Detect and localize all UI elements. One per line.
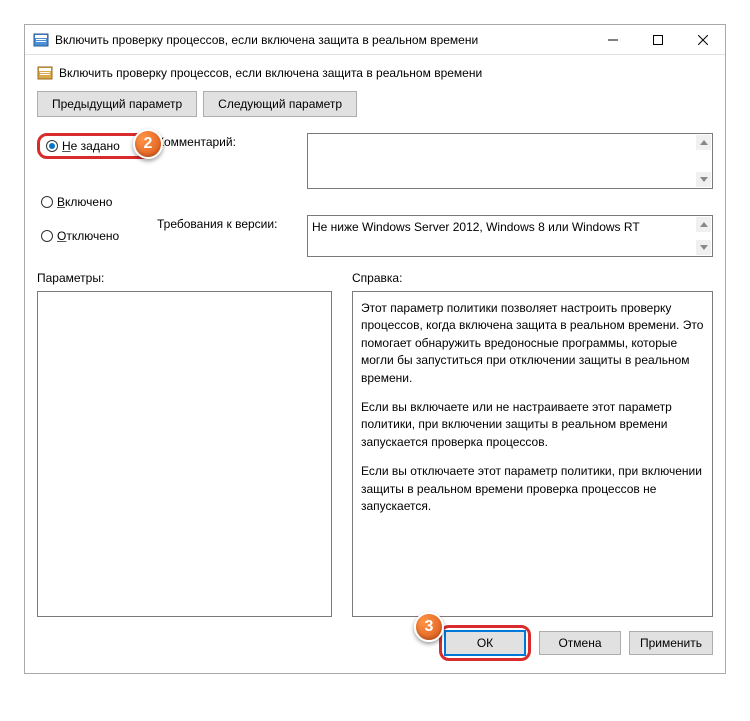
parameters-box [37,291,332,617]
dialog-window: Включить проверку процессов, если включе… [24,24,726,674]
row-not-configured: Не задано 2 Комментарий: [37,133,713,189]
help-text-1: Этот параметр политики позволяет настрои… [361,300,704,387]
subheader-text: Включить проверку процессов, если включе… [59,66,482,80]
minimize-button[interactable] [590,25,635,54]
parameters-label: Параметры: [37,271,332,285]
help-box: Этот параметр политики позволяет настрои… [352,291,713,617]
cancel-button[interactable]: Отмена [539,631,621,655]
scroll-down-icon[interactable] [696,240,711,255]
window-title: Включить проверку процессов, если включе… [55,33,590,47]
next-setting-button[interactable]: Следующий параметр [203,91,357,117]
dialog-content: Включить проверку процессов, если включе… [25,55,725,673]
help-text-3: Если вы отключаете этот параметр политик… [361,463,704,515]
scroll-up-icon[interactable] [696,217,711,232]
scroll-down-icon[interactable] [696,172,711,187]
row-disabled-requirements: Отключено Требования к версии: Не ниже W… [37,215,713,257]
maximize-icon [653,35,663,45]
titlebar: Включить проверку процессов, если включе… [25,25,725,55]
radio-icon [46,140,58,152]
nav-buttons: Предыдущий параметр Следующий параметр [37,91,713,117]
requirements-box: Не ниже Windows Server 2012, Windows 8 и… [307,215,713,257]
radio-disabled-label: тключено [66,229,119,243]
policy-icon [33,32,49,48]
section-labels: Параметры: Справка: [37,271,713,285]
ok-highlight: 3 ОК [439,625,531,661]
window-controls [590,25,725,54]
prev-setting-button[interactable]: Предыдущий параметр [37,91,197,117]
policy-icon [37,65,53,81]
radio-icon [41,230,53,242]
maximize-button[interactable] [635,25,680,54]
requirements-label: Требования к версии: [157,215,307,257]
radio-enabled-label: ключено [65,195,112,209]
row-enabled: Включено [37,193,713,211]
close-icon [698,35,708,45]
ok-button[interactable]: ОК [444,630,526,656]
dialog-buttons: 3 ОК Отмена Применить [37,617,713,663]
minimize-icon [608,35,618,45]
radio-icon [41,196,53,208]
scroll-up-icon[interactable] [696,135,711,150]
close-button[interactable] [680,25,725,54]
apply-button[interactable]: Применить [629,631,713,655]
radio-enabled[interactable]: Включено [37,193,157,211]
comment-label: Комментарий: [157,133,307,149]
help-label: Справка: [352,271,402,285]
requirements-value: Не ниже Windows Server 2012, Windows 8 и… [312,220,640,234]
radio-disabled[interactable]: Отключено [37,215,157,257]
content-columns: Этот параметр политики позволяет настрои… [37,291,713,617]
help-text-2: Если вы включаете или не настраиваете эт… [361,399,704,451]
annotation-badge-2: 2 [133,129,163,159]
comment-input[interactable] [307,133,713,189]
annotation-badge-3: 3 [414,612,444,642]
subheader: Включить проверку процессов, если включе… [37,65,713,81]
radio-not-configured-label: е задано [71,139,120,153]
